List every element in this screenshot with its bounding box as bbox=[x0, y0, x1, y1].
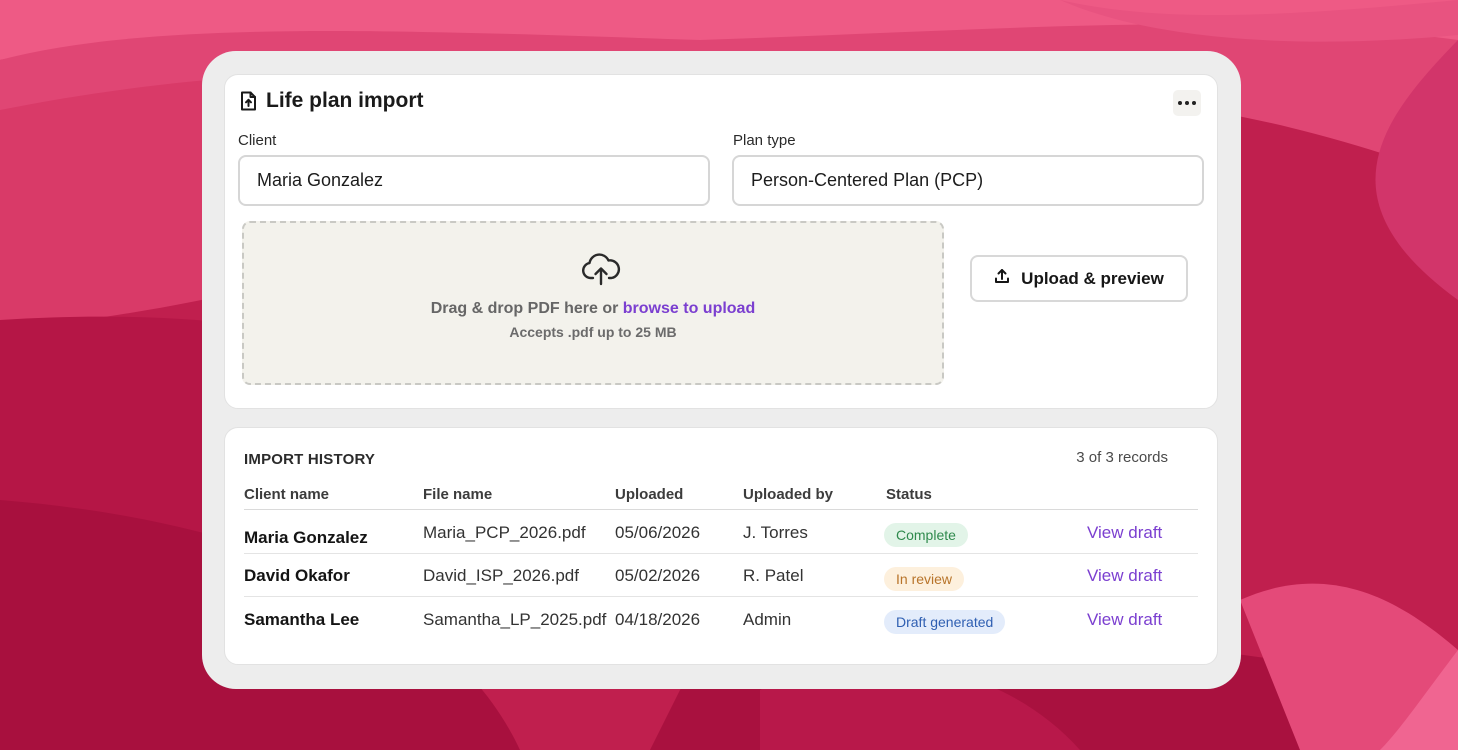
status-badge: Draft generated bbox=[884, 610, 1006, 634]
dropzone-subtext: Accepts .pdf up to 25 MB bbox=[509, 324, 677, 340]
column-header-uploaded: Uploaded bbox=[615, 486, 684, 503]
column-header-file: File name bbox=[423, 486, 493, 503]
client-field[interactable]: Maria Gonzalez bbox=[238, 155, 710, 206]
upload-button-label: Upload & preview bbox=[1021, 268, 1164, 288]
view-draft-link[interactable]: View draft bbox=[1087, 610, 1162, 630]
file-name-cell: Maria_PCP_2026.pdf bbox=[423, 523, 586, 542]
pdf-dropzone[interactable]: Drag & drop PDF here or browse to upload… bbox=[242, 221, 944, 385]
title-row: Life plan import bbox=[240, 89, 424, 113]
column-header-client: Client name bbox=[244, 486, 330, 503]
uploaded-date-cell: 05/02/2026 bbox=[615, 566, 701, 585]
client-name-cell: Maria Gonzalez bbox=[244, 528, 368, 547]
view-draft-link[interactable]: View draft bbox=[1087, 523, 1162, 543]
cloud-upload-icon bbox=[581, 253, 621, 291]
uploaded-by-cell: R. Patel bbox=[743, 566, 804, 585]
uploaded-date-cell: 05/06/2026 bbox=[615, 523, 701, 542]
column-header-uploaded-by: Uploaded by bbox=[743, 486, 834, 503]
status-badge: In review bbox=[884, 567, 965, 591]
upload-icon bbox=[994, 268, 1010, 289]
upload-preview-button[interactable]: Upload & preview bbox=[970, 255, 1188, 302]
column-header-status: Status bbox=[886, 486, 932, 503]
import-card: Life plan import Client Maria Gonzalez P… bbox=[224, 74, 1218, 409]
section-title: IMPORT HISTORY bbox=[244, 451, 376, 468]
uploaded-by-cell: Admin bbox=[743, 610, 792, 629]
client-label: Client bbox=[238, 132, 277, 149]
browse-upload-link[interactable]: browse to upload bbox=[623, 300, 755, 317]
dropzone-instruction: Drag & drop PDF here or bbox=[430, 300, 623, 317]
file-name-cell: David_ISP_2026.pdf bbox=[423, 566, 579, 585]
uploaded-date-cell: 04/18/2026 bbox=[615, 610, 701, 629]
row-divider bbox=[244, 553, 1198, 554]
page-title: Life plan import bbox=[266, 89, 424, 112]
plan-type-label: Plan type bbox=[733, 132, 796, 149]
file-upload-icon bbox=[240, 91, 257, 111]
row-divider bbox=[244, 596, 1198, 597]
dropzone-text: Drag & drop PDF here or browse to upload bbox=[244, 300, 942, 318]
more-options-button[interactable] bbox=[1173, 90, 1201, 116]
client-name-cell: Samantha Lee bbox=[244, 610, 360, 629]
more-horizontal-icon bbox=[1178, 101, 1182, 105]
uploaded-by-cell: J. Torres bbox=[743, 523, 808, 542]
device-frame: Life plan import Client Maria Gonzalez P… bbox=[202, 51, 1241, 689]
status-badge: Complete bbox=[884, 523, 968, 547]
plan-type-field[interactable]: Person-Centered Plan (PCP) bbox=[732, 155, 1204, 206]
header-divider bbox=[244, 509, 1198, 510]
file-name-cell: Samantha_LP_2025.pdf bbox=[423, 610, 607, 629]
records-count: 3 of 3 records bbox=[1076, 449, 1168, 466]
import-history-card: IMPORT HISTORY 3 of 3 records Client nam… bbox=[224, 427, 1218, 665]
client-name-cell: David Okafor bbox=[244, 566, 350, 585]
view-draft-link[interactable]: View draft bbox=[1087, 566, 1162, 586]
